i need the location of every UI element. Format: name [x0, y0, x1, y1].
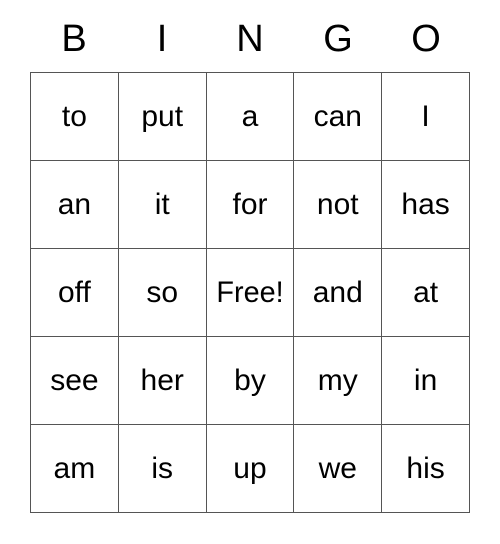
bingo-cell[interactable]: see	[31, 337, 119, 425]
bingo-cell-text: off	[57, 275, 91, 309]
bingo-row: see her by my in	[31, 337, 470, 425]
bingo-cell-text: up	[233, 451, 267, 485]
bingo-cell[interactable]: is	[118, 425, 207, 513]
bingo-cell[interactable]: in	[382, 337, 470, 425]
bingo-cell-text: her	[140, 363, 184, 397]
bingo-row: am is up we his	[31, 425, 470, 513]
bingo-free-space-text: Free!	[216, 275, 284, 309]
header-letter-text: N	[236, 18, 264, 60]
bingo-header-letter-n: N	[206, 6, 294, 72]
bingo-cell[interactable]: up	[206, 425, 295, 513]
bingo-cell[interactable]: I	[382, 73, 470, 161]
bingo-cell[interactable]: not	[294, 161, 383, 249]
header-letter-text: G	[323, 18, 353, 60]
bingo-cell-text: I	[421, 99, 430, 133]
header-letter-text: O	[411, 18, 441, 60]
bingo-row: an it for not has	[31, 161, 470, 249]
bingo-header-letter-o: O	[382, 6, 470, 72]
bingo-header-row: B I N G O	[30, 6, 470, 72]
bingo-header-letter-i: I	[118, 6, 206, 72]
bingo-cell-text: see	[50, 363, 99, 397]
bingo-free-space-cell[interactable]: Free!	[206, 249, 295, 337]
bingo-cell-text: not	[316, 187, 359, 221]
bingo-cell-text: put	[141, 99, 184, 133]
header-letter-text: I	[156, 18, 168, 60]
bingo-cell[interactable]: and	[294, 249, 383, 337]
bingo-row: off so Free! and at	[31, 249, 470, 337]
bingo-cell-text: is	[151, 451, 174, 485]
bingo-cell-text: my	[317, 363, 358, 397]
bingo-cell[interactable]: a	[206, 73, 295, 161]
bingo-cell[interactable]: has	[382, 161, 470, 249]
bingo-cell-text: at	[413, 275, 439, 309]
bingo-cell-text: am	[53, 451, 96, 485]
bingo-cell[interactable]: so	[118, 249, 207, 337]
bingo-cell[interactable]: his	[382, 425, 470, 513]
header-letter-text: B	[61, 18, 87, 60]
bingo-cell[interactable]: put	[118, 73, 207, 161]
bingo-cell-text: so	[146, 275, 179, 309]
bingo-cell[interactable]: can	[294, 73, 383, 161]
bingo-grid: to put a can I an it for not has off so …	[30, 72, 470, 513]
bingo-cell-text: we	[318, 451, 357, 485]
bingo-cell[interactable]: to	[31, 73, 119, 161]
bingo-cell[interactable]: we	[294, 425, 383, 513]
bingo-cell[interactable]: by	[206, 337, 295, 425]
bingo-cell-text: to	[61, 99, 87, 133]
bingo-cell[interactable]: off	[31, 249, 119, 337]
bingo-cell-text: a	[241, 99, 259, 133]
bingo-cell-text: and	[312, 275, 363, 309]
bingo-cell-text: can	[313, 99, 362, 133]
bingo-cell[interactable]: am	[31, 425, 119, 513]
bingo-cell-text: an	[57, 187, 92, 221]
bingo-card: B I N G O to put a can I an it for not h…	[30, 6, 470, 513]
bingo-cell[interactable]: for	[206, 161, 295, 249]
bingo-header-letter-b: B	[30, 6, 118, 72]
bingo-cell-text: has	[401, 187, 450, 221]
bingo-cell-text: it	[154, 187, 170, 221]
bingo-header-letter-g: G	[294, 6, 382, 72]
bingo-cell[interactable]: at	[382, 249, 470, 337]
bingo-cell[interactable]: an	[31, 161, 119, 249]
bingo-cell-text: by	[234, 363, 266, 397]
bingo-cell-text: in	[413, 363, 438, 397]
bingo-cell[interactable]: my	[294, 337, 383, 425]
bingo-cell[interactable]: it	[118, 161, 207, 249]
bingo-cell-text: for	[232, 187, 268, 221]
bingo-row: to put a can I	[31, 73, 470, 161]
bingo-cell[interactable]: her	[118, 337, 207, 425]
bingo-cell-text: his	[406, 451, 445, 485]
